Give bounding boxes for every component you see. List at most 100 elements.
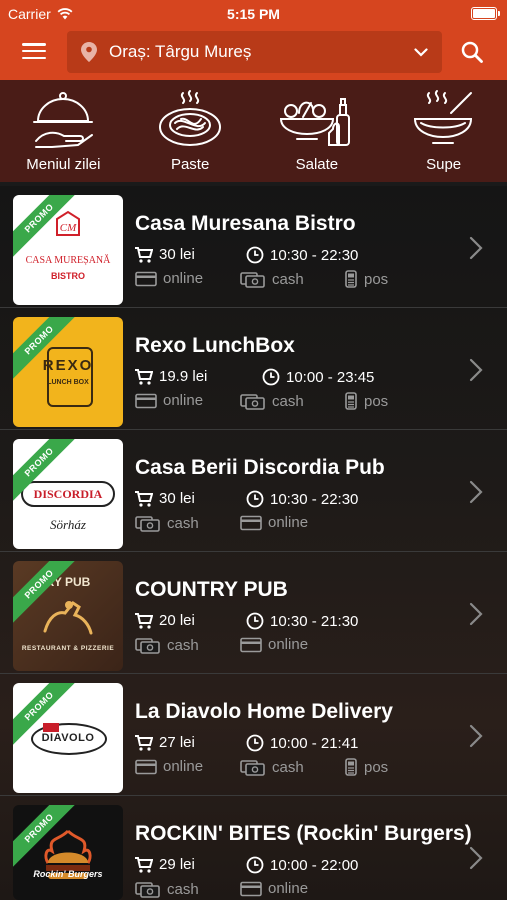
card-icon xyxy=(135,759,157,774)
restaurant-row[interactable]: REXO LUNCH BOX PROMO Rexo LunchBox 19.9 … xyxy=(0,308,507,430)
payment-online: online xyxy=(240,514,308,531)
chevron-right-icon xyxy=(469,602,483,626)
payment-label: online xyxy=(163,392,204,409)
search-icon[interactable] xyxy=(460,40,484,64)
discordia-logo: DISCORDIA Sörház PROMO xyxy=(13,439,123,549)
min-order: 29 lei xyxy=(135,856,195,873)
payment-online: online xyxy=(240,636,308,653)
min-order-value: 30 lei xyxy=(159,246,195,263)
payment-pos: pos xyxy=(344,392,388,410)
category-label: Salate xyxy=(295,156,339,173)
opening-hours: 10:30 - 22:30 xyxy=(246,246,358,264)
payment-label: cash xyxy=(272,270,304,288)
min-order: 27 lei xyxy=(135,734,195,751)
restaurant-name: COUNTRY PUB xyxy=(135,578,288,601)
pos-terminal-icon xyxy=(345,270,357,288)
payment-online: online xyxy=(135,392,203,409)
cart-icon xyxy=(135,612,153,629)
min-order: 20 lei xyxy=(135,612,195,629)
restaurant-name: Casa Berii Discordia Pub xyxy=(135,456,385,479)
restaurant-row[interactable]: RY PUB RESTAURANT & PIZZERIE PROMO COUNT… xyxy=(0,552,507,674)
cash-icon xyxy=(135,638,160,654)
payment-cash: cash xyxy=(240,270,304,288)
payment-online: online xyxy=(135,270,203,287)
country-pub-logo: RY PUB RESTAURANT & PIZZERIE PROMO xyxy=(13,561,123,671)
casa-muresana-logo: CM CASA MUREȘANĂ BISTRO PROMO xyxy=(13,195,123,305)
restaurant-row[interactable]: DISCORDIA Sörház PROMO Casa Berii Discor… xyxy=(0,430,507,552)
chevron-down-icon xyxy=(414,47,428,57)
city-selector[interactable]: Oraș: Târgu Mureș xyxy=(67,31,442,73)
chevron-right-icon xyxy=(469,480,483,504)
payment-label: online xyxy=(163,270,204,287)
chevron-right-icon xyxy=(469,358,483,382)
chevron-right-icon xyxy=(469,846,483,870)
cash-icon xyxy=(135,882,160,898)
cart-icon xyxy=(135,734,153,751)
payment-label: cash xyxy=(272,758,304,776)
cloche-icon xyxy=(33,92,94,148)
card-icon xyxy=(135,271,157,286)
clock-icon xyxy=(246,856,264,874)
min-order-value: 27 lei xyxy=(159,734,195,751)
cart-icon xyxy=(135,246,153,263)
logo-text: DISCORDIA xyxy=(33,487,103,501)
clock-icon xyxy=(246,612,264,630)
logo-text: BISTRO xyxy=(50,271,85,281)
min-order: 19.9 lei xyxy=(135,368,207,385)
logo-text: Sörház xyxy=(50,517,86,532)
status-time: 5:15 PM xyxy=(227,6,280,22)
category-paste[interactable]: Paste xyxy=(127,80,254,182)
cart-icon xyxy=(135,856,153,873)
min-order: 30 lei xyxy=(135,490,195,507)
hamburger-menu-icon[interactable] xyxy=(22,40,46,62)
category-label: Paste xyxy=(170,156,210,173)
payment-label: pos xyxy=(364,392,389,410)
opening-hours: 10:00 - 23:45 xyxy=(262,368,374,386)
logo-text: CASA MUREȘANĂ xyxy=(25,255,111,266)
payment-cash: cash xyxy=(240,392,304,410)
card-icon xyxy=(135,393,157,408)
opening-hours: 10:00 - 22:00 xyxy=(246,856,358,874)
payment-label: online xyxy=(163,758,204,775)
logo-text: LUNCH BOX xyxy=(47,379,89,386)
rockin-bites-logo: Rockin' Burgers PROMO xyxy=(13,805,123,900)
payment-online: online xyxy=(240,880,308,897)
opening-hours: 10:00 - 21:41 xyxy=(246,734,358,752)
restaurant-name: ROCKIN' BITES (Rockin' Burgers) xyxy=(135,822,472,845)
payment-label: cash xyxy=(167,636,199,654)
restaurant-row[interactable]: DIAVOLO PROMO La Diavolo Home Delivery 2… xyxy=(0,674,507,796)
payment-label: cash xyxy=(272,392,304,410)
payment-pos: pos xyxy=(344,270,388,288)
clock-icon xyxy=(246,246,264,264)
cash-icon xyxy=(240,272,265,288)
category-supe[interactable]: Supe xyxy=(380,80,507,182)
min-order-value: 20 lei xyxy=(159,612,195,629)
chevron-right-icon xyxy=(469,724,483,748)
category-meniul-zilei[interactable]: Meniul zilei xyxy=(0,80,127,182)
svg-text:CM: CM xyxy=(60,222,77,234)
min-order-value: 29 lei xyxy=(159,856,195,873)
payment-label: pos xyxy=(364,270,389,288)
payment-cash: cash xyxy=(135,636,199,654)
hours-value: 10:00 - 21:41 xyxy=(270,734,359,752)
rexo-logo: REXO LUNCH BOX PROMO xyxy=(13,317,123,427)
pos-terminal-icon xyxy=(345,392,357,410)
card-icon xyxy=(240,637,262,652)
city-label: Oraș: Târgu Mureș xyxy=(109,42,252,61)
la-diavolo-logo: DIAVOLO PROMO xyxy=(13,683,123,793)
app-header: Carrier 5:15 PM Oraș: Târgu Mureș xyxy=(0,0,507,80)
clock-icon xyxy=(262,368,280,386)
category-label: Meniul zilei xyxy=(26,156,101,173)
payment-label: cash xyxy=(167,880,199,898)
restaurant-row[interactable]: CM CASA MUREȘANĂ BISTRO PROMO Casa Mures… xyxy=(0,186,507,308)
restaurant-row[interactable]: Rockin' Burgers PROMO ROCKIN' BITES (Roc… xyxy=(0,796,507,900)
payment-cash: cash xyxy=(135,880,199,898)
battery-icon xyxy=(471,7,500,20)
cash-icon xyxy=(240,394,265,410)
soup-icon xyxy=(413,90,472,144)
restaurant-name: La Diavolo Home Delivery xyxy=(135,700,393,723)
min-order-value: 19.9 lei xyxy=(159,368,208,385)
category-salate[interactable]: Salate xyxy=(254,80,381,182)
category-bar: Meniul zilei Paste Salate Supe xyxy=(0,80,507,182)
logo-text: RESTAURANT & PIZZERIE xyxy=(21,645,115,652)
